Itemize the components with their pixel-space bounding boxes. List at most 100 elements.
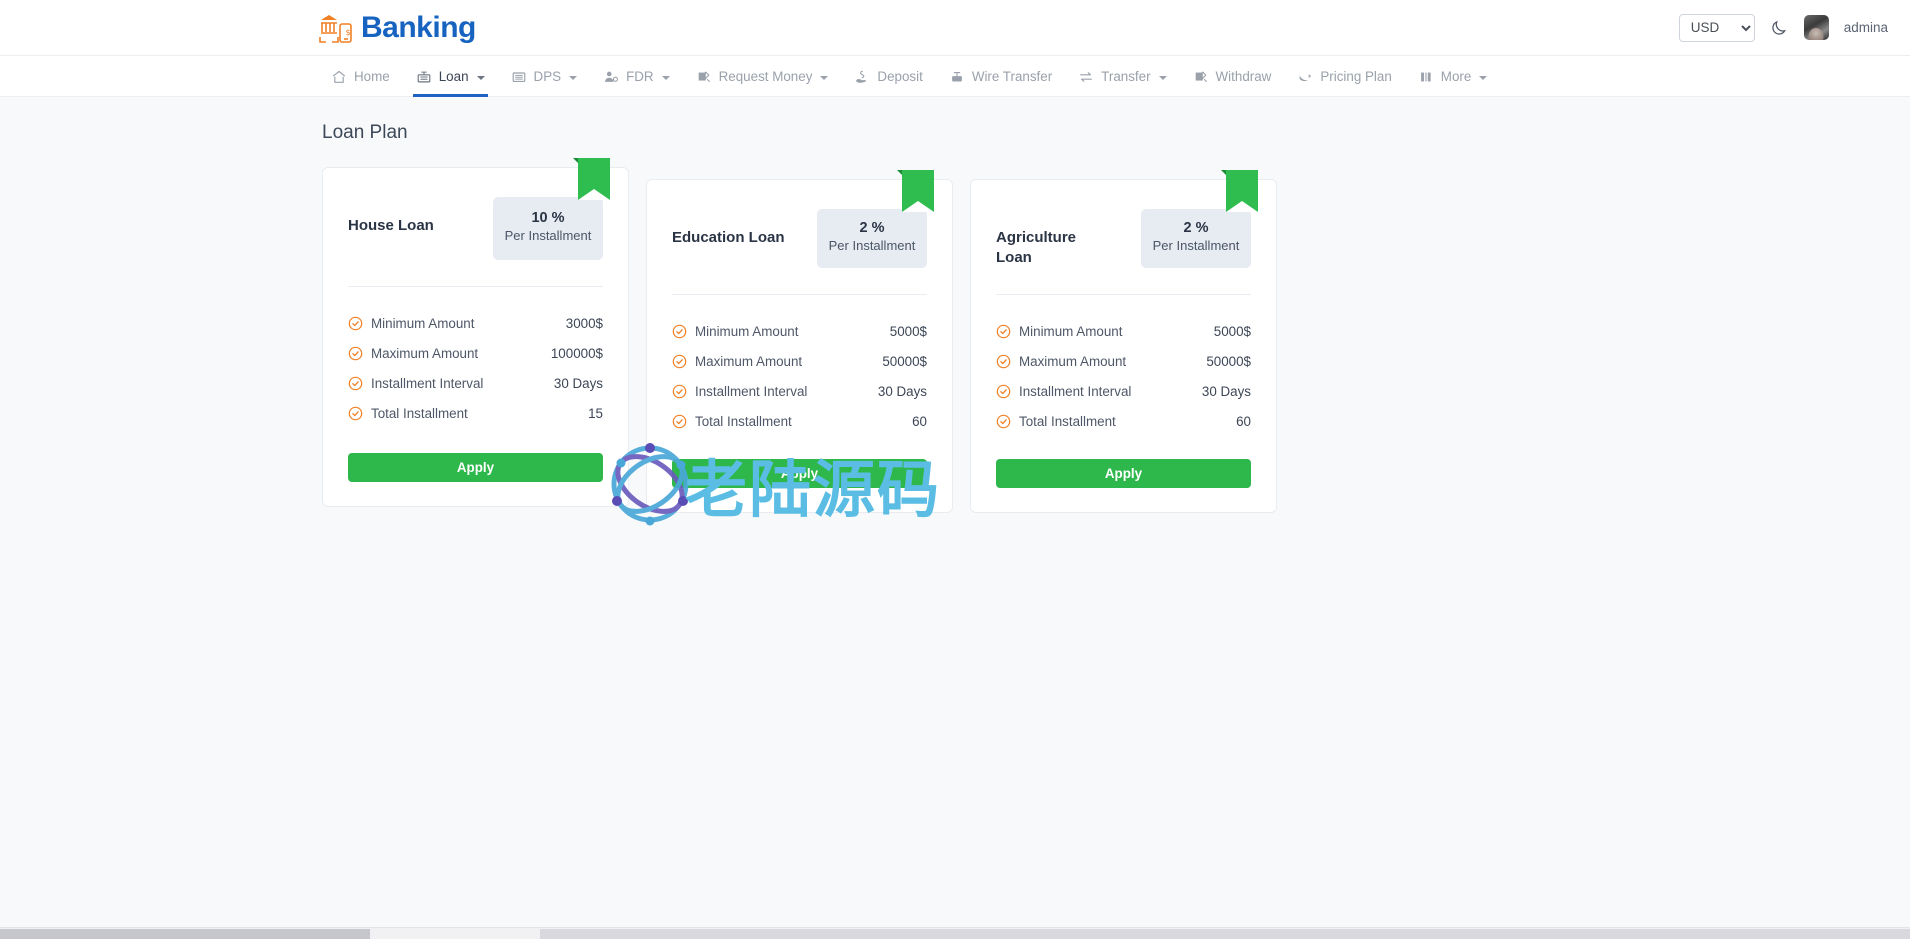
- row-label: Installment Interval: [695, 384, 807, 399]
- list-item: Maximum Amount 50000$: [672, 347, 927, 377]
- scrollbar-thumb[interactable]: [0, 929, 370, 939]
- interest-percent: 2 %: [825, 220, 919, 236]
- apply-button[interactable]: Apply: [672, 459, 927, 488]
- request-money-icon: [696, 69, 712, 85]
- check-circle-icon: [672, 384, 687, 399]
- card-header: Education Loan 2 % Per Installment: [672, 180, 927, 268]
- avatar[interactable]: [1804, 15, 1829, 40]
- interest-period: Per Installment: [1149, 238, 1243, 255]
- check-circle-icon: [672, 414, 687, 429]
- list-item: Maximum Amount 100000$: [348, 339, 603, 369]
- row-label: Total Installment: [371, 406, 468, 421]
- nav-item-pricing-plan[interactable]: Pricing Plan: [1284, 56, 1404, 97]
- check-circle-icon: [348, 346, 363, 361]
- row-label: Maximum Amount: [695, 354, 802, 369]
- list-item: Maximum Amount 50000$: [996, 347, 1251, 377]
- nav-item-fdr[interactable]: FDR: [590, 56, 683, 97]
- list-item: Installment Interval 30 Days: [672, 377, 927, 407]
- ribbon-badge-icon: [902, 170, 934, 212]
- check-circle-icon: [672, 354, 687, 369]
- nav-item-loan[interactable]: Loan: [403, 56, 498, 97]
- apply-button[interactable]: Apply: [348, 453, 603, 482]
- fdr-user-icon: [603, 69, 619, 85]
- loan-plan-name: House Loan: [348, 197, 434, 236]
- chevron-down-icon: [1159, 76, 1167, 80]
- row-value: 5000$: [1214, 324, 1251, 339]
- list-item: Minimum Amount 5000$: [996, 317, 1251, 347]
- chevron-down-icon: [1479, 76, 1487, 80]
- check-circle-icon: [996, 324, 1011, 339]
- row-label: Maximum Amount: [1019, 354, 1126, 369]
- row-value: 5000$: [890, 324, 927, 339]
- row-value: 30 Days: [878, 384, 927, 399]
- nav-item-dps[interactable]: DPS: [498, 56, 591, 97]
- row-value: 15: [588, 406, 603, 421]
- loan-plan-card: Agriculture Loan 2 % Per Installment Min…: [970, 179, 1277, 513]
- nav-item-deposit[interactable]: Deposit: [841, 56, 935, 97]
- list-item: Total Installment 60: [672, 407, 927, 437]
- nav-item-request-money[interactable]: Request Money: [683, 56, 842, 97]
- list-item: Total Installment 15: [348, 399, 603, 429]
- chevron-down-icon: [820, 76, 828, 80]
- nav-item-more[interactable]: More: [1405, 56, 1501, 97]
- header-right-tools: USD admina: [1679, 14, 1888, 42]
- check-circle-icon: [348, 376, 363, 391]
- page-content: Loan Plan House Loan 10 % Per Installmen…: [0, 97, 1910, 927]
- list-item: Minimum Amount 3000$: [348, 309, 603, 339]
- bank-building-icon: $: [318, 11, 354, 45]
- pricing-plan-icon: [1297, 69, 1313, 85]
- main-navigation: Home Loan DPS FDR: [0, 56, 1910, 97]
- loan-plan-card: House Loan 10 % Per Installment Minimum …: [322, 167, 629, 507]
- row-label: Total Installment: [1019, 414, 1116, 429]
- row-value: 100000$: [551, 346, 603, 361]
- row-label: Minimum Amount: [1019, 324, 1122, 339]
- row-value: 50000$: [882, 354, 927, 369]
- interest-rate-badge: 2 % Per Installment: [817, 209, 927, 268]
- check-circle-icon: [672, 324, 687, 339]
- row-value: 50000$: [1206, 354, 1251, 369]
- loan-detail-rows: Minimum Amount 5000$ Maximum Amount 5000…: [672, 295, 927, 437]
- currency-select[interactable]: USD: [1679, 14, 1755, 42]
- scrollbar-track-right[interactable]: [540, 929, 1910, 939]
- list-item: Minimum Amount 5000$: [672, 317, 927, 347]
- svg-text:$: $: [346, 28, 351, 37]
- interest-period: Per Installment: [501, 228, 595, 245]
- card-header: House Loan 10 % Per Installment: [348, 168, 603, 260]
- nav-item-transfer[interactable]: Transfer: [1065, 56, 1179, 97]
- check-circle-icon: [996, 384, 1011, 399]
- nav-item-wire-transfer[interactable]: Wire Transfer: [936, 56, 1065, 97]
- nav-label: Transfer: [1101, 69, 1150, 84]
- interest-period: Per Installment: [825, 238, 919, 255]
- loan-plan-name: Agriculture Loan: [996, 209, 1111, 267]
- row-value: 60: [912, 414, 927, 429]
- nav-items: Home Loan DPS FDR: [318, 56, 1500, 96]
- nav-label: DPS: [534, 69, 562, 84]
- ribbon-badge-icon: [578, 158, 610, 200]
- home-icon: [331, 69, 347, 85]
- page-title: Loan Plan: [0, 97, 1910, 144]
- nav-label: Deposit: [877, 69, 922, 84]
- list-item: Installment Interval 30 Days: [348, 369, 603, 399]
- row-value: 30 Days: [1202, 384, 1251, 399]
- nav-label: More: [1441, 69, 1472, 84]
- chevron-down-icon: [477, 76, 485, 80]
- username-label: admina: [1844, 20, 1888, 35]
- top-header-bar: $ Banking USD admina: [0, 0, 1910, 56]
- interest-percent: 2 %: [1149, 220, 1243, 236]
- nav-item-home[interactable]: Home: [318, 56, 403, 97]
- nav-label: Request Money: [719, 69, 813, 84]
- nav-item-withdraw[interactable]: Withdraw: [1180, 56, 1285, 97]
- moon-icon[interactable]: [1770, 18, 1789, 37]
- more-icon: [1418, 69, 1434, 85]
- row-value: 60: [1236, 414, 1251, 429]
- wire-transfer-icon: [949, 69, 965, 85]
- list-item: Installment Interval 30 Days: [996, 377, 1251, 407]
- row-label: Total Installment: [695, 414, 792, 429]
- brand-logo[interactable]: $ Banking: [318, 11, 476, 45]
- row-label: Installment Interval: [1019, 384, 1131, 399]
- apply-button[interactable]: Apply: [996, 459, 1251, 488]
- dps-icon: [511, 69, 527, 85]
- horizontal-scrollbar[interactable]: [0, 927, 1910, 939]
- chevron-down-icon: [662, 76, 670, 80]
- row-value: 30 Days: [554, 376, 603, 391]
